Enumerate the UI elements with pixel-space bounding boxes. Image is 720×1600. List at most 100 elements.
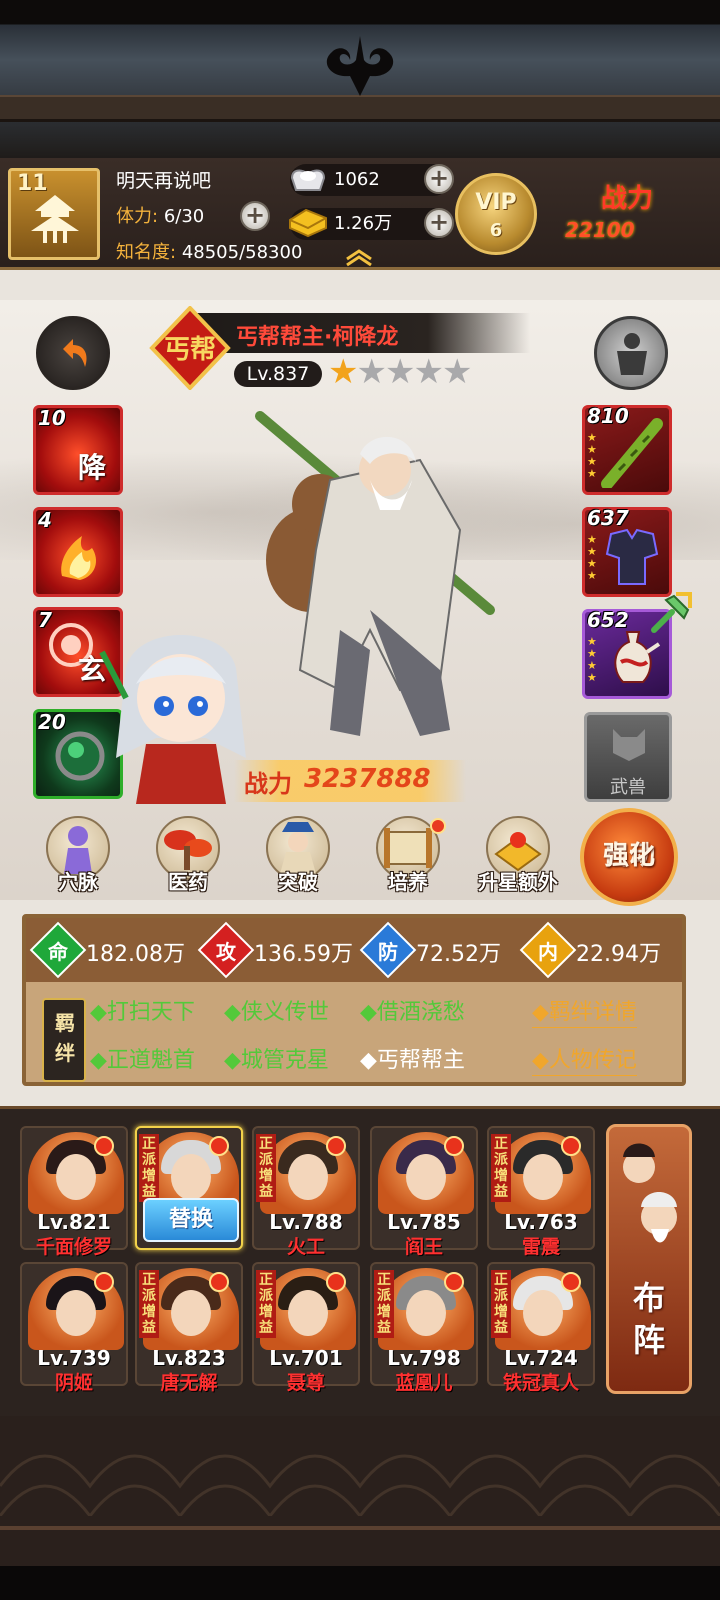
return-arrow-icon [63,339,87,367]
hero-card-name: 阴姬 [54,1372,93,1394]
gold-ingot-icon [289,208,327,238]
back-button[interactable] [36,316,110,390]
pagoda-icon [31,195,79,243]
notification-dot [444,1272,464,1292]
notification-dot [561,1272,581,1292]
equipment-stars: ★ ★ ★ ★ [587,635,597,684]
stamina-display: 体力: 6/30 [116,202,204,228]
star-icon: ★ [441,352,473,392]
notification-dot [326,1136,346,1156]
medicine-label: 医药 [168,870,208,894]
bond-item[interactable]: ◆打扫天下 [90,994,195,1026]
equipment-stars: ★ ★ ★ ★ [587,533,597,582]
silver-ingot-icon [290,169,326,191]
bond-item[interactable]: ◆侠义传世 [224,994,329,1026]
notification-dot [94,1136,114,1156]
portrait-face [288,1154,328,1200]
bond-item[interactable]: ◆丐帮帮主 [360,1042,465,1074]
medicine-button[interactable]: 医药 [146,816,230,900]
hero-card-level: Lv.788 [269,1210,343,1234]
cultivate-button[interactable]: 培养 [366,816,450,900]
portrait-face [523,1290,563,1336]
notification-dot [444,1136,464,1156]
hero-level: Lv.837 [234,361,322,387]
auto-enhance-line2: 强化 [602,841,655,871]
pet-slot-label: 武兽 [610,777,646,798]
hero-card[interactable]: 正派增益 替换 [135,1126,243,1250]
bond-item[interactable]: ◆城管克星 [224,1042,329,1074]
hero-card[interactable]: Lv.821 千面修罗 [20,1126,128,1258]
upgrade-hammer-icon[interactable] [648,592,692,636]
star-icon: ★ [413,352,444,392]
fame-display: 知名度: 48505/58300 [116,238,302,264]
hero-card-level: Lv.763 [504,1210,578,1234]
defense-value: 72.52万 [416,942,501,967]
gold-value: 1.26万 [334,213,393,234]
attack-icon-text: 攻 [216,940,236,964]
hero-card[interactable]: Lv.739 阴姬 [20,1262,128,1394]
bond-badge-text: 羁绊 [55,1011,75,1065]
star-icon: ★ [328,352,359,392]
add-stamina-button[interactable]: + [240,201,270,231]
attack-value: 136.59万 [254,942,353,967]
swap-button[interactable]: 替换 [143,1198,239,1242]
formation-label: 布阵 [632,1279,665,1359]
hero-card-name: 千面修罗 [35,1236,112,1258]
hero-card-name: 火工 [286,1236,325,1258]
equipment-slot-weapon[interactable]: 810 ★ ★ ★ ★ [582,404,672,495]
hero-card[interactable]: 正派增益 Lv.798 蓝凰儿 [370,1262,478,1394]
hero-card[interactable]: 正派增益 Lv.823 唐无解 [135,1262,243,1394]
hero-card-name: 唐无解 [160,1372,218,1394]
cloud-ornament-icon [326,36,394,96]
chevron-up-icon[interactable] [343,247,375,267]
portrait-face [523,1154,563,1200]
bond-details-link[interactable]: ◆羁绊详情 [532,994,637,1028]
bond-item[interactable]: ◆借酒浇愁 [360,994,465,1026]
biography-link[interactable]: ◆人物传记 [532,1042,637,1076]
auto-enhance-button[interactable]: 自动 强化 [580,808,678,906]
meridian-label: 穴脉 [58,870,98,894]
player-power[interactable]: 战力 22100 [565,172,715,262]
hero-card-name: 雷震 [521,1236,560,1258]
portrait-face [171,1290,211,1336]
equipment-stars: ★ ★ ★ ★ [587,431,597,480]
notification-dot [94,1272,114,1292]
equipment-slot-armor[interactable]: 637 ★ ★ ★ ★ [582,506,672,597]
star-up-extra-button[interactable]: 升星额外 [476,816,560,900]
hero-card[interactable]: 正派增益 Lv.701 聂尊 [252,1262,360,1394]
hero-card-level: Lv.739 [37,1346,111,1370]
pet-slot[interactable]: 武兽 [584,712,672,802]
armor-piece-icon [605,528,659,585]
hero-card-name: 阎王 [404,1236,443,1258]
armor-button[interactable] [594,316,668,390]
attributes-panel: 命 182.08万 攻 136.59万 防 72.52万 内 22.94万 羁绊… [22,914,686,1086]
hero-card[interactable]: 正派增益 Lv.788 火工 [252,1126,360,1258]
skill-slot-1[interactable]: 10 降 [33,405,123,495]
hero-card-level: Lv.701 [269,1346,343,1370]
flame-claw-icon [61,536,96,580]
hero-card[interactable]: 正派增益 Lv.724 铁冠真人 [487,1262,595,1394]
meridian-button[interactable]: 穴脉 [36,816,120,900]
add-silver-button[interactable]: + [424,164,454,194]
skill-slot-2[interactable]: 4 [33,507,123,597]
notification-dot [209,1136,229,1156]
hero-card[interactable]: 正派增益 Lv.763 雷震 [487,1126,595,1258]
skill-char: 降 [78,451,107,484]
hp-value: 182.08万 [86,942,185,967]
notification-dot [326,1272,346,1292]
hero-card-level: Lv.823 [152,1346,226,1370]
wave-pattern [0,1454,720,1516]
player-level-badge[interactable]: 11 [8,168,100,260]
vip-badge[interactable]: VIP 6 [455,173,537,255]
hero-card[interactable]: Lv.785 阎王 [370,1126,478,1258]
formation-button[interactable]: 布阵 [606,1124,692,1394]
inner-power-icon-text: 内 [538,940,558,964]
breakthrough-button[interactable]: 突破 [256,816,340,900]
add-gold-button[interactable]: + [424,208,454,238]
attribute-row: 命 182.08万 攻 136.59万 防 72.52万 内 22.94万 [26,918,682,982]
player-name: 明天再说吧 [116,170,212,192]
star-up-extra-label: 升星额外 [478,870,558,894]
bond-item[interactable]: ◆正道魁首 [90,1042,195,1074]
silver-value: 1062 [334,169,380,190]
inner-power-value: 22.94万 [576,942,661,967]
